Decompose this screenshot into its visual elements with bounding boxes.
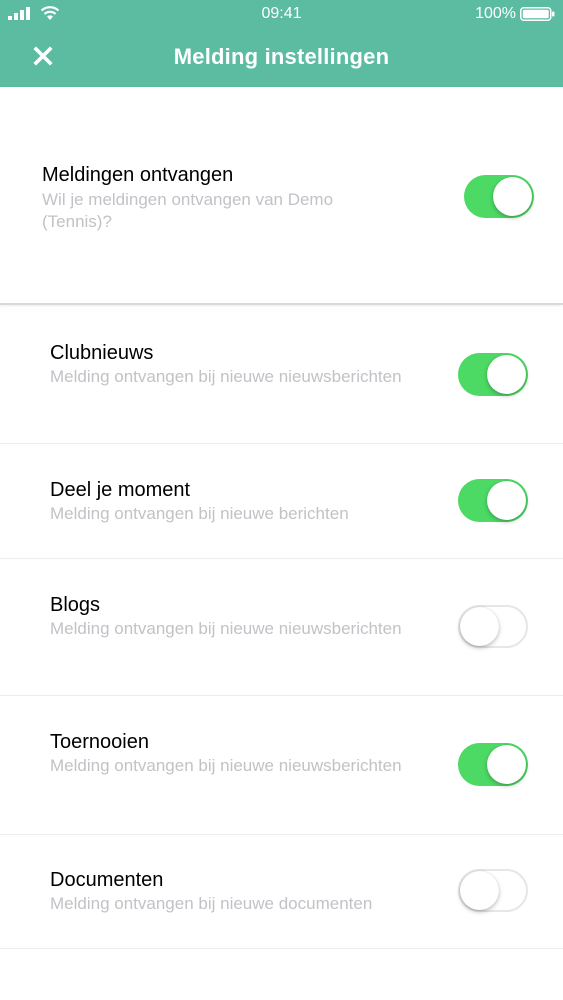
toernooien-toggle[interactable] [458,743,528,786]
setting-row-blogs: Blogs Melding ontvangen bij nieuwe nieuw… [0,559,563,696]
setting-title: Clubnieuws [50,342,154,364]
setting-description: Melding ontvangen bij nieuwe berichten [50,504,349,523]
status-bar: 09:41 100% [0,0,563,30]
setting-row-deel-je-moment: Deel je moment Melding ontvangen bij nie… [0,444,563,559]
battery-percentage: 100% [475,5,516,22]
nav-bar: 09:41 100% Melding instellingen [0,0,563,87]
toggle-knob [460,607,499,646]
setting-description: Wil je meldingen ontvangen van Demo (Ten… [42,190,334,231]
setting-title: Meldingen ontvangen [42,164,234,186]
setting-title: Blogs [50,594,101,616]
setting-description: Melding ontvangen bij nieuwe nieuwsberic… [50,367,402,386]
master-notification-setting: Meldingen ontvangen Wil je meldingen ont… [0,87,563,305]
toggle-knob [460,871,499,910]
setting-title: Toernooien [50,731,149,753]
toggle-knob [493,177,532,216]
setting-title: Documenten [50,869,164,891]
page-title: Melding instellingen [173,44,390,69]
setting-description: Melding ontvangen bij nieuwe nieuwsberic… [50,619,402,638]
toggle-knob [487,481,526,520]
setting-row-clubnieuws: Clubnieuws Melding ontvangen bij nieuwe … [0,307,563,444]
deel-je-moment-toggle[interactable] [458,479,528,522]
master-notifications-toggle[interactable] [464,175,534,218]
blogs-toggle[interactable] [458,605,528,648]
setting-title: Deel je moment [50,479,191,501]
clubnieuws-toggle[interactable] [458,353,528,396]
setting-description: Melding ontvangen bij nieuwe nieuwsberic… [50,756,402,775]
battery-icon [520,7,555,21]
documenten-toggle[interactable] [458,869,528,912]
setting-row-documenten: Documenten Melding ontvangen bij nieuwe … [0,835,563,949]
setting-row-toernooien: Toernooien Melding ontvangen bij nieuwe … [0,696,563,835]
toggle-knob [487,355,526,394]
toggle-knob [487,745,526,784]
setting-description: Melding ontvangen bij nieuwe documenten [50,894,373,913]
